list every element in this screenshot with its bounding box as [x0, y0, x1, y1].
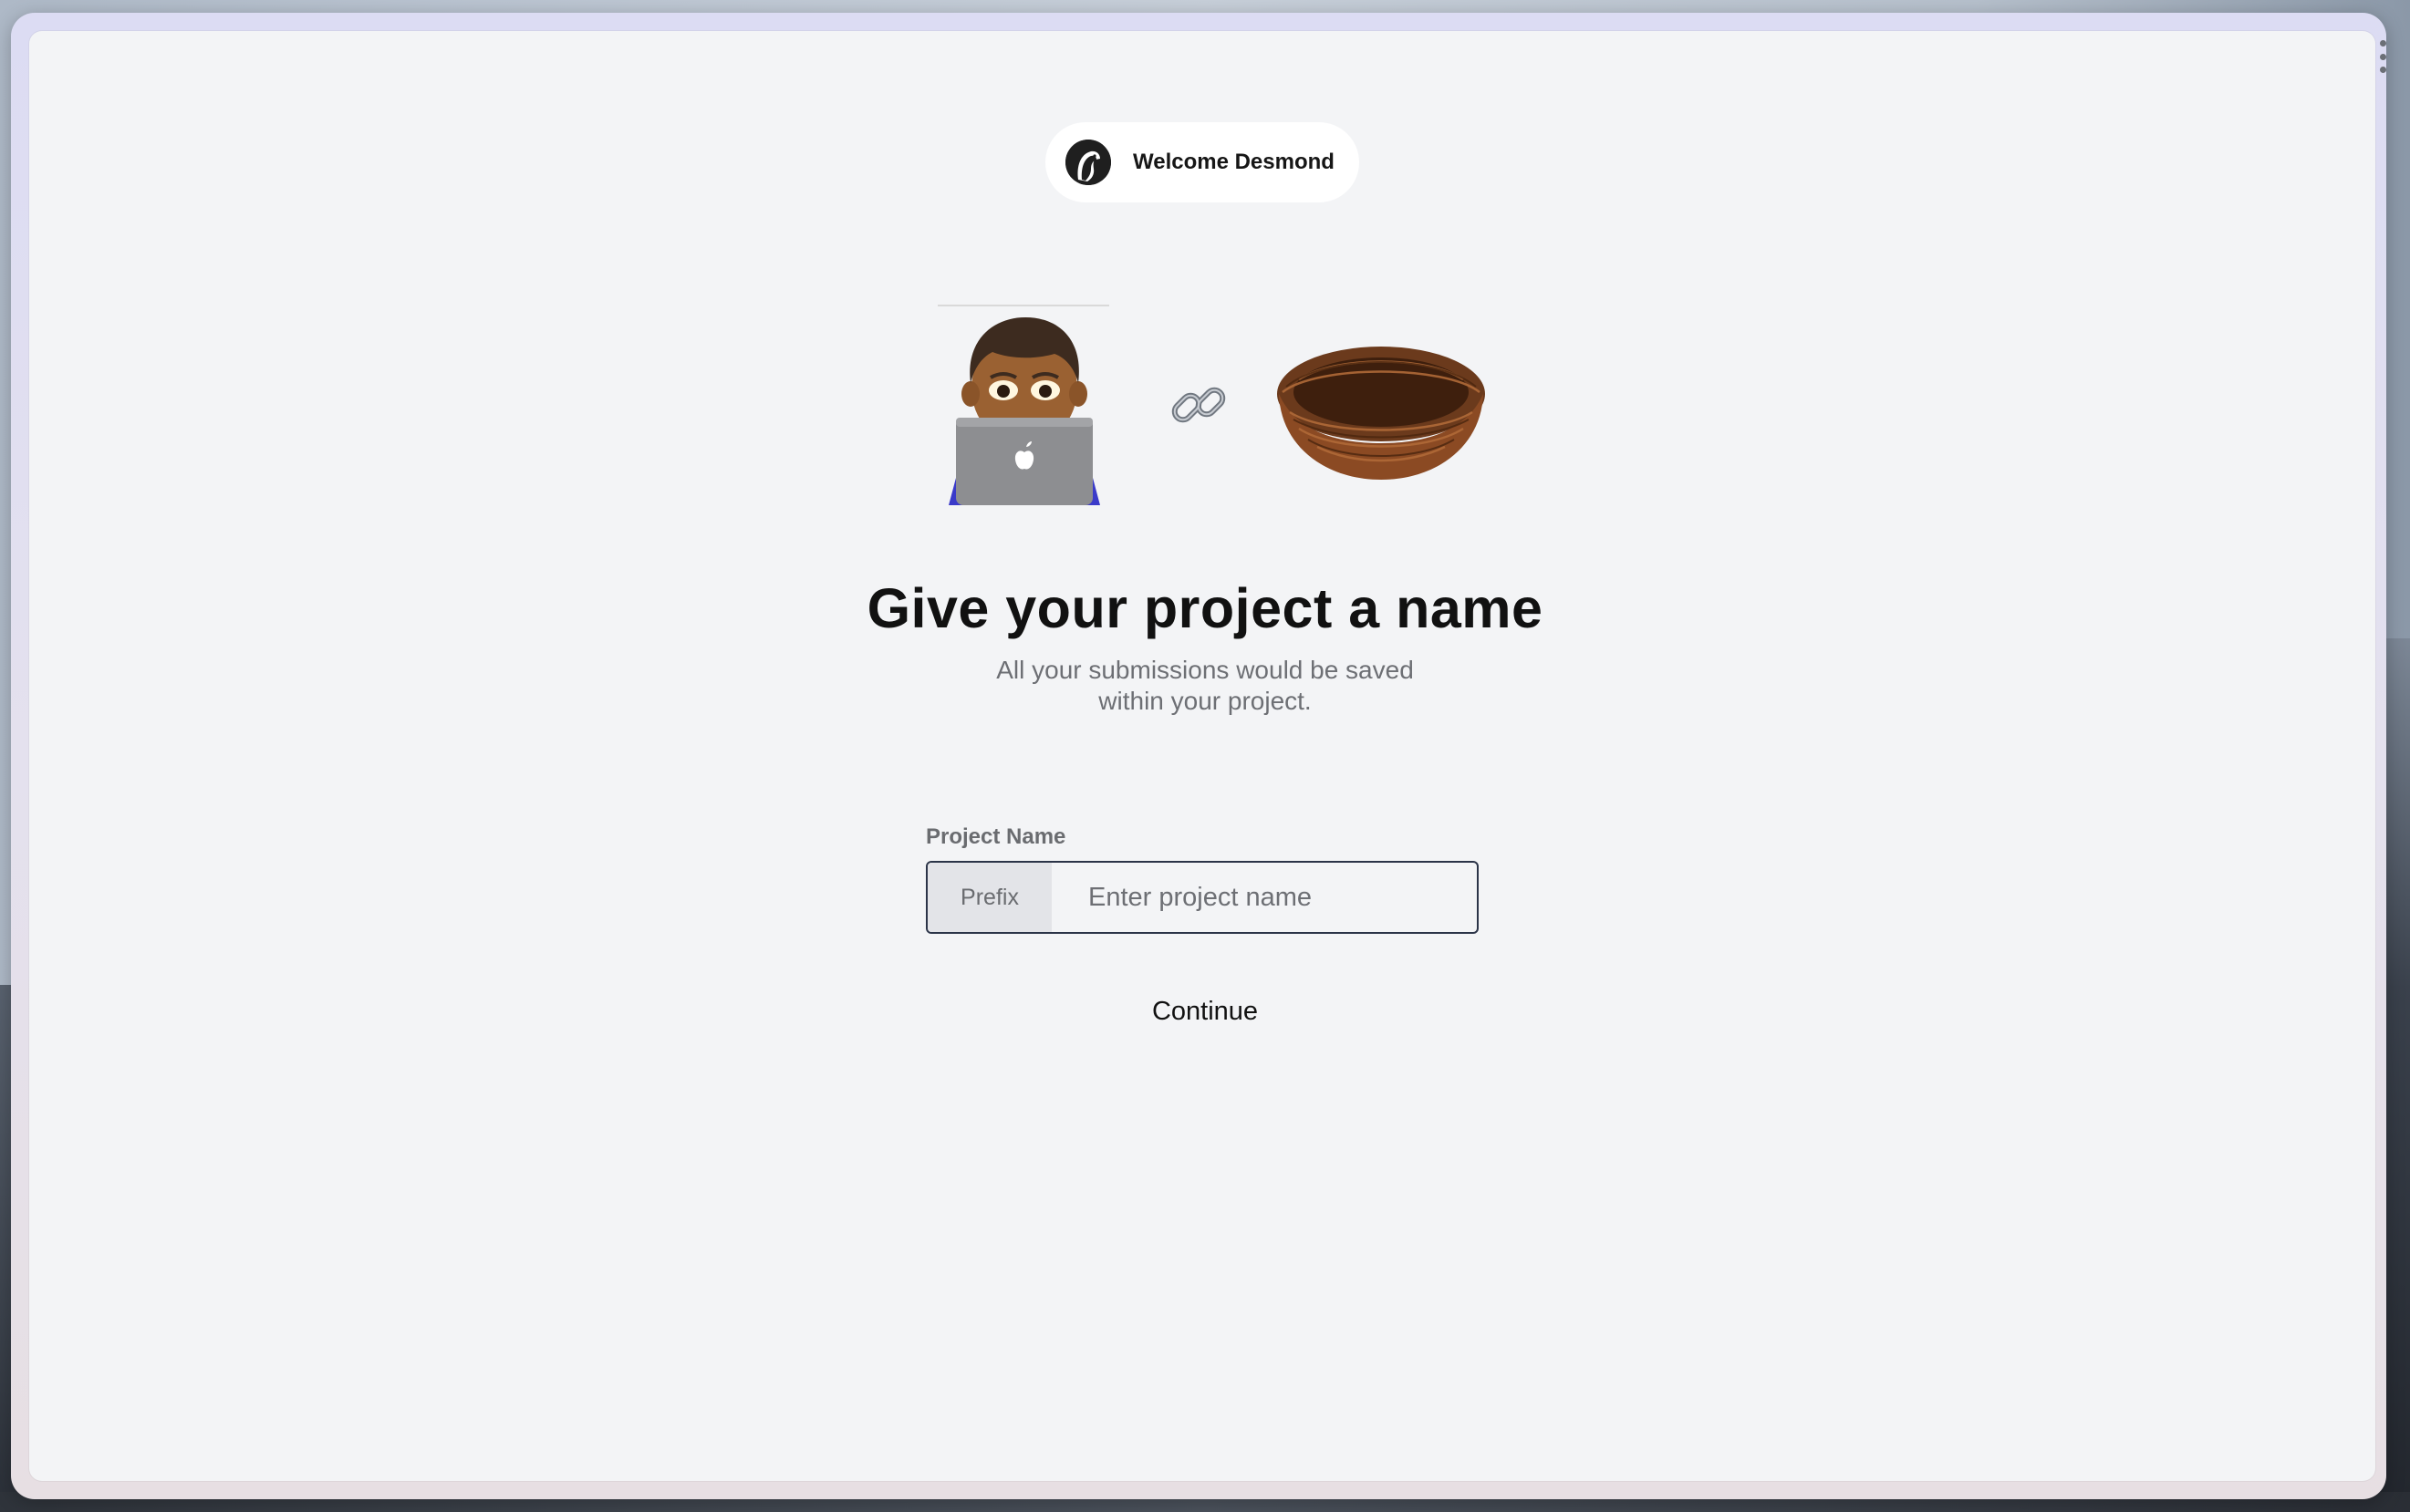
nest-icon [1277, 347, 1485, 480]
page-subtitle: All your submissions would be saved with… [0, 655, 2410, 717]
project-name-input[interactable] [1052, 863, 1477, 932]
continue-button[interactable]: Continue [1114, 989, 1296, 1034]
subtitle-line-1: All your submissions would be saved [996, 656, 1414, 684]
page-title: Give your project a name [867, 577, 1543, 639]
welcome-badge: Welcome Desmond [1045, 122, 1359, 202]
project-name-label: Project Name [926, 824, 1066, 849]
prefix-addon: Prefix [928, 863, 1052, 932]
illustration [930, 305, 1496, 505]
technologist-with-laptop-icon [949, 317, 1100, 505]
link-chain-icon [1171, 387, 1226, 423]
project-name-field: Prefix [926, 861, 1479, 934]
more-options-icon[interactable] [2375, 40, 2390, 73]
welcome-text: Welcome Desmond [1133, 150, 1335, 174]
subtitle-line-2: within your project. [1098, 687, 1312, 715]
onboarding-panel [29, 31, 2375, 1481]
bird-logo-icon [1065, 140, 1111, 185]
